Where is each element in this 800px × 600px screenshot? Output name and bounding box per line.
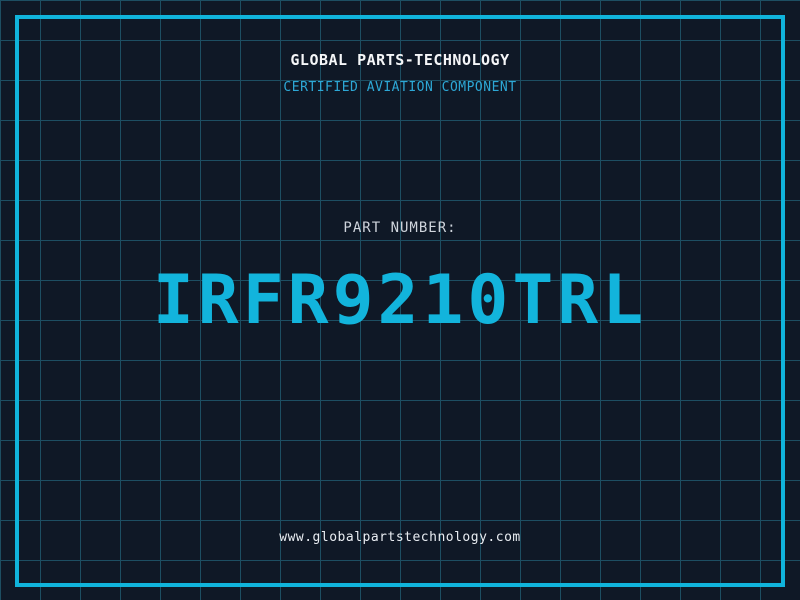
part-number-value: IRFR9210TRL [152,261,648,340]
website-url: www.globalpartstechnology.com [279,530,521,545]
company-name: GLOBAL PARTS-TECHNOLOGY [290,51,510,69]
certificate-card: GLOBAL PARTS-TECHNOLOGY CERTIFIED AVIATI… [0,0,800,600]
part-number-label: PART NUMBER: [343,220,457,236]
certification-subtitle: CERTIFIED AVIATION COMPONENT [283,80,517,95]
